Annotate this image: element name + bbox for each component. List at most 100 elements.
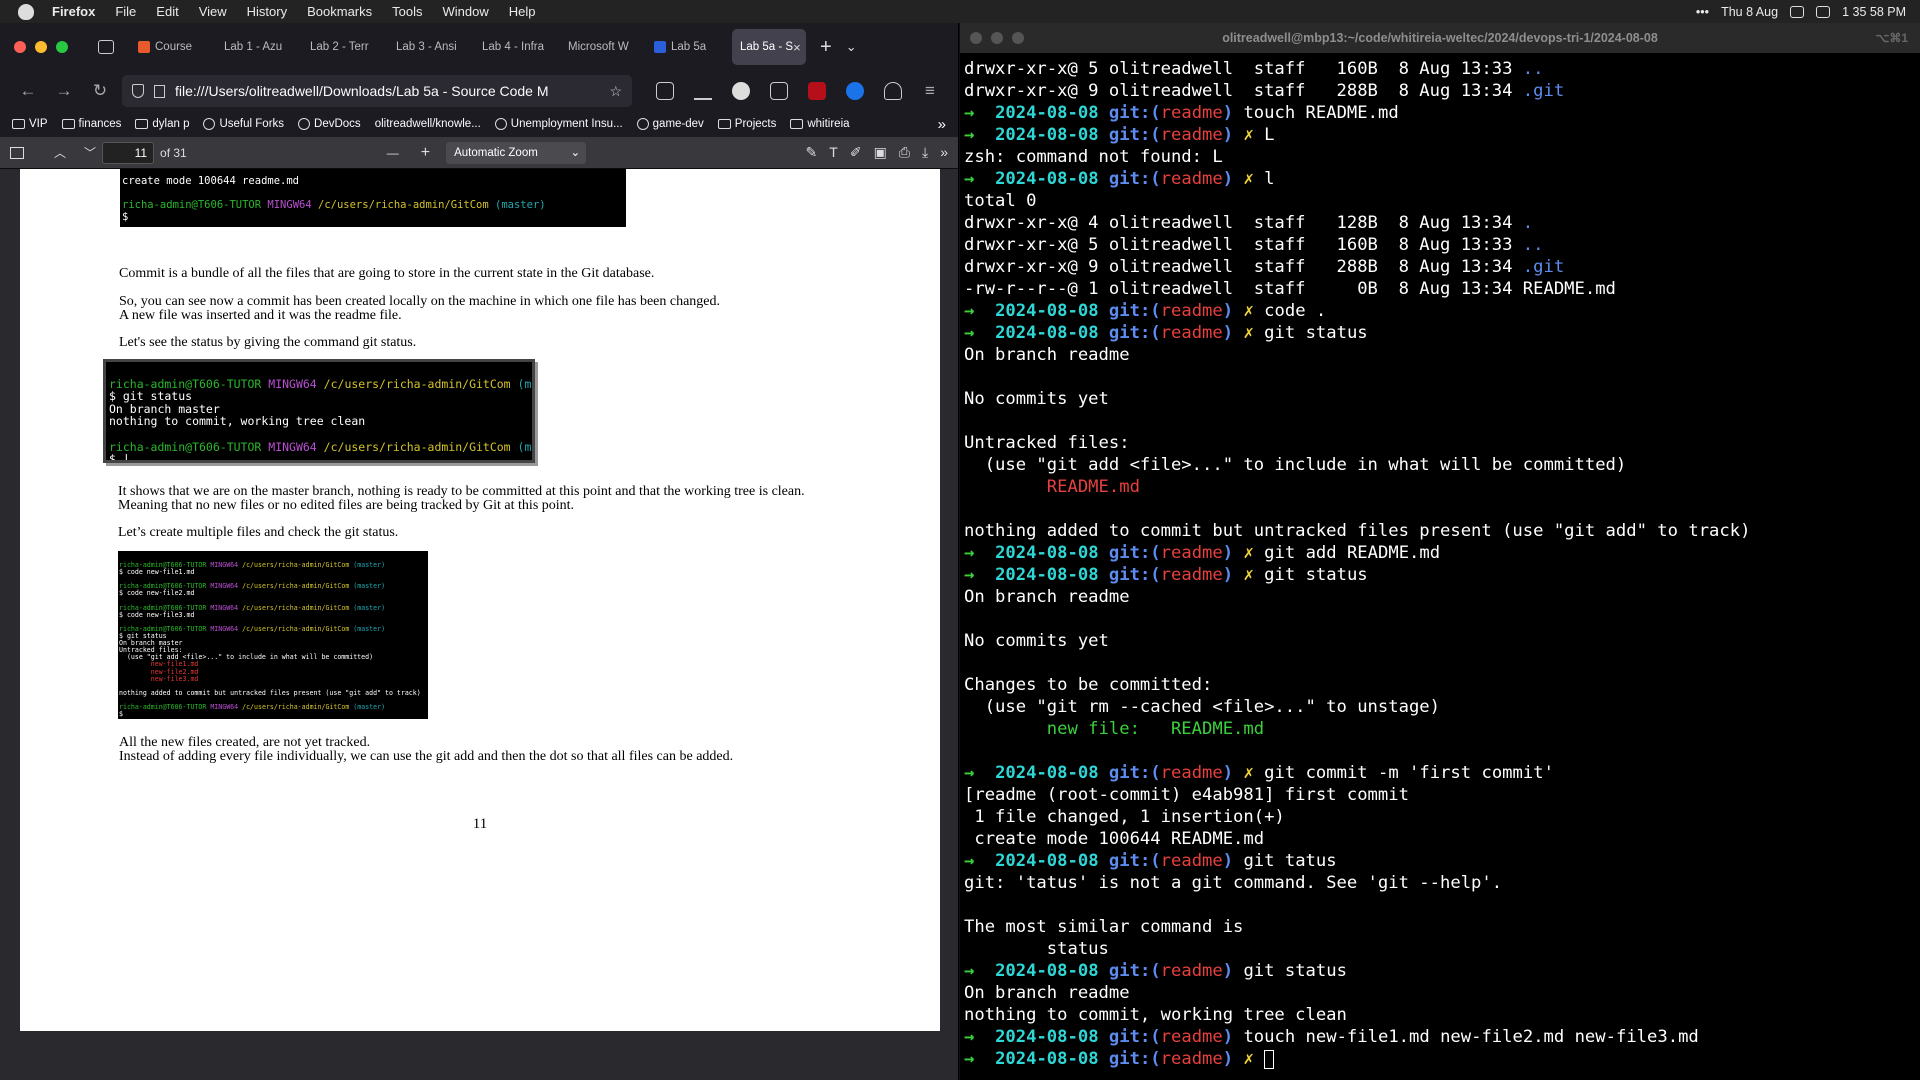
output-line: nothing added to commit but untracked fi… [964,521,1751,541]
bookmarks-overflow-icon[interactable]: » [938,116,946,133]
tab-lab5a-active[interactable]: Lab 5a - S × [732,29,806,65]
terminal-titlebar: olitreadwell@mbp13:~/code/whitireia-welt… [960,23,1920,53]
img-commit-line: create mode 100644 readme.md [122,175,300,187]
para-status-intro: Let's see the status by giving the comma… [119,335,417,350]
menu-file[interactable]: File [115,4,136,19]
output-line: create mode 100644 README.md [964,829,1265,849]
back-arrow-icon[interactable]: ← [10,81,46,101]
bookmarks-bar: VIP finances dylan p Useful Forks DevDoc… [0,111,958,137]
menubar-date[interactable]: Thu 8 Aug [1721,5,1778,19]
bookmark-knowledge[interactable]: olitreadwell/knowle... [375,118,481,130]
zoom-out-button[interactable]: — [387,146,399,160]
menubar-status-area: ••• Thu 8 Aug 1 35 58 PM [1696,0,1906,23]
menu-help[interactable]: Help [509,4,536,19]
globe-icon [636,118,649,130]
downloads-icon[interactable] [694,82,712,100]
more-tools-icon[interactable]: » [940,144,948,161]
menu-app-name[interactable]: Firefox [52,4,95,19]
bookmark-finances[interactable]: finances [61,118,121,130]
tab-lab1[interactable]: Lab 1 - Azu [216,29,302,65]
pocket-icon[interactable] [656,82,674,100]
command-line: touch README.md [1233,103,1399,123]
firefox-window: Course Lab 1 - Azu Lab 2 - Terr Lab 3 - … [0,23,959,1080]
forward-arrow-icon[interactable]: → [46,81,82,101]
draw-icon[interactable]: ✐ [850,144,862,161]
terminal-output[interactable]: drwxr-xr-x@ 5 olitreadwell staff 160B 8 … [960,53,1920,1070]
output-line: On branch readme [964,983,1130,1003]
output-line: status [964,939,1109,959]
focus-icon[interactable] [1790,5,1805,18]
menubar-time[interactable]: 1 35 58 PM [1842,5,1906,19]
tab-lab5a-word[interactable]: Lab 5a [646,29,732,65]
image-tool-icon[interactable]: ▣ [874,144,887,161]
word-favicon-icon [654,41,666,53]
ublock-icon[interactable] [808,82,826,100]
terminal-window[interactable]: olitreadwell@mbp13:~/code/whitireia-welt… [960,23,1920,1080]
bookmark-dylan[interactable]: dylan p [135,118,189,130]
tab-lab2[interactable]: Lab 2 - Terr [302,29,388,65]
sidebar-toggle-icon[interactable] [10,146,24,159]
output-line: On branch readme [964,587,1130,607]
save-icon[interactable]: ⤓ [922,144,928,161]
apple-logo-icon[interactable] [18,3,34,20]
page-number-input[interactable]: 11 [102,141,155,164]
url-text[interactable]: file:///Users/olitreadwell/Downloads/Lab… [175,83,549,99]
output-line: Untracked files: [964,433,1130,453]
menu-edit[interactable]: Edit [156,4,178,19]
page-icon [154,84,165,98]
menu-tools[interactable]: Tools [392,4,422,19]
minimize-window-icon[interactable] [35,41,47,53]
menu-window[interactable]: Window [443,4,489,19]
bookmark-star-icon[interactable]: ☆ [609,83,622,100]
extensions-icon[interactable] [770,82,788,100]
previous-page-icon[interactable]: ︿ [54,144,66,161]
new-tab-button[interactable]: + [820,36,832,59]
zoom-in-button[interactable]: + [421,144,430,162]
password-manager-icon[interactable] [846,82,864,100]
account-icon[interactable] [732,82,750,100]
tab-lab4[interactable]: Lab 4 - Infra [474,29,560,65]
window-controls [14,41,68,53]
reload-icon[interactable]: ↻ [82,81,118,101]
terminal-cursor[interactable] [1264,1049,1275,1069]
bookmark-game-dev[interactable]: game-dev [636,118,704,130]
menu-bookmarks[interactable]: Bookmarks [307,4,372,19]
output-line: Changes to be committed: [964,675,1213,695]
bookmark-useful-forks[interactable]: Useful Forks [203,118,284,130]
output-line: drwxr-xr-x@ 9 olitreadwell staff 288B 8 … [964,257,1523,277]
command-line: git add README.md [1253,543,1441,563]
firefox-view-icon[interactable] [98,40,114,54]
close-window-icon[interactable] [14,41,26,53]
output-line: -rw-r--r--@ 1 olitreadwell staff 0B 8 Au… [964,279,1616,299]
hamburger-menu-icon[interactable]: ≡ [912,81,948,101]
text-tool-icon[interactable]: T [829,144,838,161]
highlight-icon[interactable]: ✎ [806,144,818,161]
bookmark-projects[interactable]: Projects [717,118,776,130]
folder-icon [61,119,75,129]
zoom-select[interactable]: Automatic Zoom ⌄ [446,141,587,164]
tab-course[interactable]: Course [130,29,216,65]
bookmark-vip[interactable]: VIP [12,118,48,130]
more-icon[interactable]: ••• [1696,5,1709,19]
tab-microsoft[interactable]: Microsoft W [560,29,646,65]
control-center-icon[interactable] [1816,5,1831,18]
bookmark-unemployment[interactable]: Unemployment Insu... [494,118,623,130]
tracking-shield-icon[interactable] [132,84,144,98]
tab-lab3[interactable]: Lab 3 - Ansi [388,29,474,65]
bookmark-whitireia[interactable]: whitireia [790,118,850,130]
url-bar[interactable]: file:///Users/olitreadwell/Downloads/Lab… [122,75,632,107]
next-page-icon[interactable]: ﹀ [84,144,96,161]
bookmark-devdocs[interactable]: DevDocs [298,118,361,130]
sync-icon[interactable] [884,82,902,100]
command-line: l [1253,169,1275,189]
menu-view[interactable]: View [199,4,227,19]
zoom-window-icon[interactable] [56,41,68,53]
globe-icon [494,118,507,130]
list-all-tabs-button[interactable]: ⌄ [846,39,857,55]
tab-close-icon[interactable]: × [793,40,801,55]
print-icon[interactable]: ⎙ [899,144,910,161]
pdf-viewer[interactable]: create mode 100644 readme.md richa-admin… [0,169,958,1080]
menu-history[interactable]: History [247,4,287,19]
output-line: The most similar command is [964,917,1244,937]
output-line: drwxr-xr-x@ 9 olitreadwell staff 288B 8 … [964,81,1523,101]
